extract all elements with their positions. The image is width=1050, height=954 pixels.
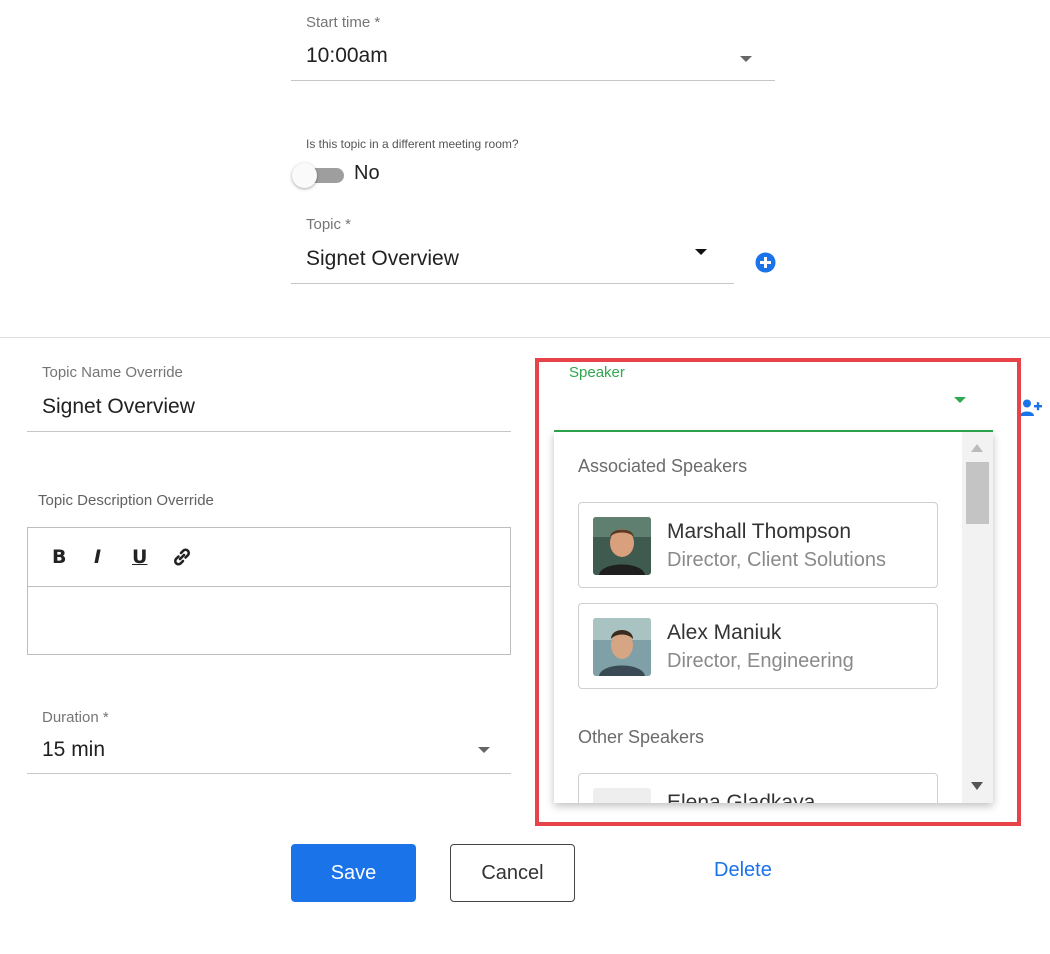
topic-description-editor: B I U (27, 527, 511, 655)
duration-label: Duration * (42, 709, 109, 726)
topic-underline (291, 283, 734, 284)
italic-button[interactable]: I (94, 546, 101, 568)
underline-button[interactable]: U (132, 546, 147, 568)
duration-underline (27, 773, 511, 774)
topic-select[interactable]: Signet Overview (306, 247, 459, 271)
cancel-button[interactable]: Cancel (450, 844, 575, 902)
topic-label: Topic * (306, 216, 352, 233)
start-time-select[interactable]: 10:00am (306, 44, 388, 68)
meeting-room-toggle[interactable] (292, 163, 317, 188)
description-textarea[interactable] (28, 588, 510, 654)
topic-description-override-label: Topic Description Override (38, 492, 214, 509)
meeting-room-question: Is this topic in a different meeting roo… (306, 137, 519, 151)
add-topic-icon[interactable] (755, 252, 776, 273)
duration-select[interactable]: 15 min (42, 738, 105, 762)
delete-link[interactable]: Delete (714, 859, 772, 882)
start-time-dropdown-icon[interactable] (740, 56, 752, 62)
topic-name-override-label: Topic Name Override (42, 364, 183, 381)
topic-name-override-input[interactable]: Signet Overview (42, 395, 195, 419)
section-divider (0, 337, 1050, 338)
topic-dropdown-icon[interactable] (695, 249, 707, 255)
speaker-highlight-box (535, 358, 1021, 826)
add-speaker-icon[interactable] (1020, 398, 1042, 418)
bold-button[interactable]: B (52, 546, 66, 568)
topic-name-override-underline (27, 431, 511, 432)
editor-toolbar: B I U (28, 528, 510, 587)
save-button[interactable]: Save (291, 844, 416, 902)
start-time-underline (291, 80, 775, 81)
meeting-room-toggle-value: No (354, 162, 380, 184)
start-time-label: Start time * (306, 14, 381, 31)
duration-dropdown-icon[interactable] (478, 747, 490, 753)
link-icon[interactable] (171, 546, 193, 568)
